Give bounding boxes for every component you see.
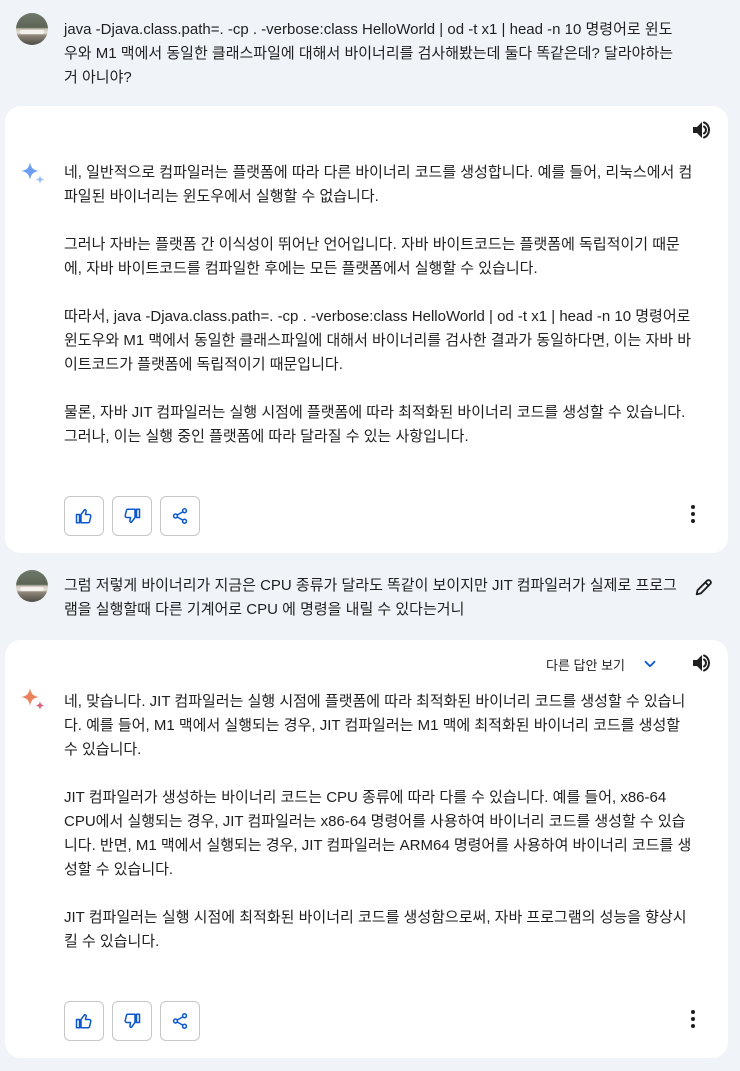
user-avatar xyxy=(16,13,48,45)
share-button[interactable] xyxy=(160,496,200,536)
dislike-button[interactable] xyxy=(112,496,152,536)
response-card-2: 다른 답안 보기 네, 맞습니다. JIT 컴파일러는 실행 시점에 플랫폼에 … xyxy=(5,640,728,1058)
show-drafts-toggle[interactable]: 다른 답안 보기 xyxy=(546,654,659,674)
volume-icon[interactable] xyxy=(690,651,714,675)
edit-pencil-icon[interactable] xyxy=(693,576,715,598)
response-card-1: 네, 일반적으로 컴파일러는 플랫폼에 따라 다른 바이너리 코드를 생성합니다… xyxy=(5,106,728,553)
chevron-down-icon xyxy=(644,660,656,668)
response-paragraph: 물론, 자바 JIT 컴파일러는 실행 시점에 플랫폼에 따라 최적화된 바이너… xyxy=(64,404,686,445)
gemini-spark-icon xyxy=(21,688,45,710)
response-paragraph: 그러나 자바는 플랫폼 간 이식성이 뛰어난 언어입니다. 자바 바이트코드는 … xyxy=(64,236,680,277)
user-avatar xyxy=(16,570,48,602)
show-drafts-label: 다른 답안 보기 xyxy=(546,657,625,673)
thumb-up-icon xyxy=(75,1013,92,1029)
response-paragraph: JIT 컴파일러가 생성하는 바이너리 코드는 CPU 종류에 따라 다를 수 … xyxy=(64,789,692,878)
user-prompt-text: java -Djava.class.path=. -cp . -verbose:… xyxy=(64,21,674,86)
volume-icon[interactable] xyxy=(690,118,714,142)
response-actions xyxy=(64,1001,200,1041)
response-paragraph: 네, 맞습니다. JIT 컴파일러는 실행 시점에 플랫폼에 따라 최적화된 바… xyxy=(64,693,686,758)
response-actions xyxy=(64,496,200,536)
response-paragraph: 따라서, java -Djava.class.path=. -cp . -ver… xyxy=(64,308,692,373)
response-paragraph: JIT 컴파일러는 실행 시점에 최적화된 바이너리 코드를 생성함으로써, 자… xyxy=(64,909,687,950)
share-icon xyxy=(172,1013,188,1029)
dislike-button[interactable] xyxy=(112,1001,152,1041)
user-prompt-text: 그럼 저렇게 바이너리가 지금은 CPU 종류가 달라도 똑같이 보이지만 JI… xyxy=(64,577,677,618)
thumb-down-icon xyxy=(124,1013,141,1029)
thumb-down-icon xyxy=(124,508,141,524)
response-paragraph: 네, 일반적으로 컴파일러는 플랫폼에 따라 다른 바이너리 코드를 생성합니다… xyxy=(64,164,693,205)
thumb-up-icon xyxy=(75,508,92,524)
gemini-spark-icon xyxy=(21,162,45,184)
like-button[interactable] xyxy=(64,1001,104,1041)
like-button[interactable] xyxy=(64,496,104,536)
more-vert-icon[interactable] xyxy=(681,502,705,526)
share-button[interactable] xyxy=(160,1001,200,1041)
share-icon xyxy=(172,508,188,524)
more-vert-icon[interactable] xyxy=(681,1007,705,1031)
